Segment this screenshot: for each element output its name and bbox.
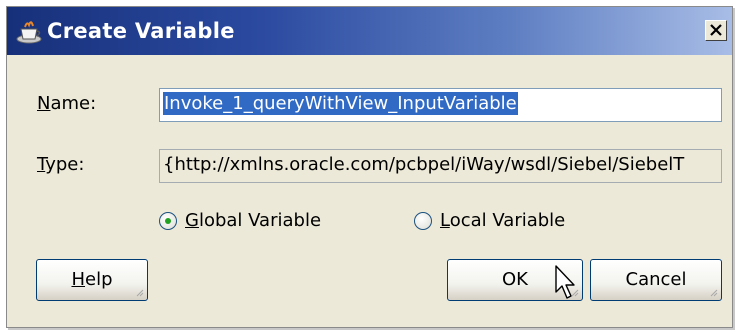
name-input-value: Invoke_1_queryWithView_InputVariable (163, 92, 518, 115)
close-icon (710, 24, 722, 36)
cancel-button[interactable]: Cancel (590, 259, 722, 301)
type-field[interactable]: {http://xmlns.oracle.com/pcbpel/iWay/wsd… (159, 149, 722, 183)
global-variable-label: Global Variable (185, 210, 322, 231)
name-label: Name: (37, 93, 97, 114)
resize-grip-icon (571, 289, 579, 297)
type-label: Type: (37, 154, 85, 175)
radio-unselected-icon (414, 212, 432, 230)
jdeveloper-cup-icon (16, 21, 42, 44)
ok-button[interactable]: OK (447, 259, 583, 301)
radio-selected-icon (159, 212, 177, 230)
global-variable-radio[interactable]: Global Variable (159, 209, 359, 233)
create-variable-dialog: Create Variable Name: Invoke_1_queryWith… (6, 6, 733, 328)
help-button[interactable]: Help (36, 259, 148, 301)
title-bar[interactable]: Create Variable (7, 7, 732, 55)
resize-grip-icon (710, 289, 718, 297)
window-title: Create Variable (47, 19, 235, 43)
name-input[interactable]: Invoke_1_queryWithView_InputVariable (159, 88, 722, 122)
close-button[interactable] (705, 20, 727, 41)
type-field-value: {http://xmlns.oracle.com/pcbpel/iWay/wsd… (163, 154, 685, 175)
local-variable-radio[interactable]: Local Variable (414, 209, 614, 233)
resize-grip-icon (136, 289, 144, 297)
local-variable-label: Local Variable (440, 210, 566, 231)
